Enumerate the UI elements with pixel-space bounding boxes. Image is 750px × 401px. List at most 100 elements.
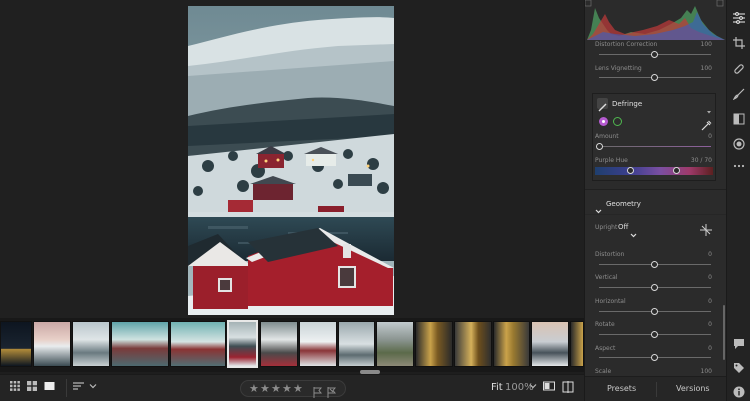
filmstrip-thumbnail-selected[interactable]	[227, 320, 258, 368]
vertical-knob[interactable]	[651, 284, 658, 291]
aspect-knob[interactable]	[651, 354, 658, 361]
star-rating[interactable]: ★ ★ ★ ★ ★	[240, 380, 346, 398]
comment-icon[interactable]	[733, 335, 745, 349]
purple-hue-low-knob[interactable]	[627, 167, 634, 174]
radial-gradient-icon[interactable]	[733, 135, 745, 150]
pick-flag-icon[interactable]	[313, 383, 323, 398]
reject-flag-icon[interactable]	[327, 383, 337, 398]
purple-hue-range[interactable]	[595, 167, 713, 175]
photo-image	[188, 6, 394, 315]
geometry-row-value: 0	[708, 298, 712, 305]
purple-hue-label: Purple Hue	[595, 157, 628, 164]
square-grid-icon[interactable]	[27, 381, 37, 395]
geometry-row-label: Vertical	[595, 274, 618, 281]
filmstrip-thumbnail[interactable]	[299, 321, 337, 367]
panel-footer: Presets Versions	[585, 376, 727, 401]
chevron-down-icon[interactable]	[529, 381, 537, 395]
horizontal-knob[interactable]	[651, 308, 658, 315]
presets-button[interactable]: Presets	[607, 384, 636, 393]
purple-hue-high-knob[interactable]	[673, 167, 680, 174]
geometry-row-value: 0	[708, 251, 712, 258]
rating-star-3[interactable]: ★	[271, 382, 281, 396]
defringe-title: Defringe	[612, 100, 643, 108]
amount-slider[interactable]	[599, 146, 711, 147]
edit-sliders-icon[interactable]	[733, 9, 745, 24]
green-fringe-swatch[interactable]	[613, 117, 622, 126]
lens-vignetting-label: Lens Vignetting	[595, 65, 642, 72]
section-divider	[585, 214, 727, 215]
tool-strip	[726, 0, 750, 401]
rating-star-2[interactable]: ★	[260, 382, 270, 396]
rotate-knob[interactable]	[651, 331, 658, 338]
geometry-row-value: 0	[708, 321, 712, 328]
filmstrip-thumbnail[interactable]	[531, 321, 569, 367]
filmstrip[interactable]	[0, 318, 584, 372]
tag-icon[interactable]	[733, 359, 745, 373]
amount-value: 0	[708, 133, 712, 140]
geometry-row-label: Distortion	[595, 251, 625, 258]
panel-scrollbar[interactable]	[723, 305, 725, 360]
geometry-row-value: 100	[700, 368, 712, 375]
brush-icon[interactable]	[732, 85, 745, 101]
edit-panel: Distortion Correction 100 Lens Vignettin…	[584, 0, 727, 401]
lens-vignetting-knob[interactable]	[651, 74, 658, 81]
geometry-row-label: Horizontal	[595, 298, 626, 305]
sort-icon[interactable]	[73, 381, 84, 395]
distortion-correction-label: Distortion Correction	[595, 41, 658, 48]
image-canvas[interactable]	[0, 0, 584, 318]
distortion-correction-value: 100	[700, 41, 712, 48]
crop-icon[interactable]	[733, 34, 745, 49]
filmstrip-thumbnail[interactable]	[415, 321, 453, 367]
geometry-row-label: Aspect	[595, 345, 616, 352]
grid-view-icon[interactable]	[10, 381, 20, 395]
purple-fringe-swatch[interactable]	[599, 117, 608, 126]
geometry-row-label: Scale	[595, 368, 612, 375]
filmstrip-thumbnail[interactable]	[338, 321, 375, 367]
histogram	[584, 0, 727, 40]
versions-button[interactable]: Versions	[676, 384, 710, 393]
section-divider	[585, 189, 727, 190]
upright-label: Upright	[595, 224, 618, 231]
footer-divider	[656, 382, 657, 397]
filmstrip-thumbnail[interactable]	[111, 321, 169, 367]
defringe-picker-icon[interactable]	[597, 98, 608, 112]
fit-button[interactable]: Fit	[491, 381, 503, 395]
filmstrip-thumbnail[interactable]	[260, 321, 298, 367]
chevron-down-icon[interactable]	[89, 381, 97, 395]
info-icon[interactable]	[733, 383, 745, 398]
compare-icon[interactable]	[562, 381, 574, 395]
filmstrip-thumbnail[interactable]	[170, 321, 226, 367]
filmstrip-thumbnail[interactable]	[454, 321, 492, 367]
filmstrip-thumbnail[interactable]	[493, 321, 530, 367]
geometry-row-label: Rotate	[595, 321, 615, 328]
upright-dropdown[interactable]: Off	[618, 223, 628, 231]
filmstrip-thumbnail[interactable]	[0, 321, 32, 367]
rating-star-1[interactable]: ★	[249, 382, 259, 396]
lens-vignetting-value: 100	[700, 65, 712, 72]
photo-preview[interactable]	[188, 6, 394, 315]
bottom-toolbar: ★ ★ ★ ★ ★ Fit 100%	[0, 374, 584, 401]
geometry-title[interactable]: Geometry	[606, 200, 641, 208]
filmstrip-thumbnail[interactable]	[376, 321, 414, 367]
before-after-icon[interactable]	[543, 381, 555, 395]
filmstrip-thumbnail[interactable]	[570, 321, 584, 367]
amount-label: Amount	[595, 133, 619, 140]
more-icon[interactable]	[733, 157, 745, 169]
healing-icon[interactable]	[733, 60, 745, 74]
guided-upright-icon[interactable]	[700, 221, 712, 240]
amount-knob[interactable]	[596, 143, 603, 150]
chevron-down-icon[interactable]	[630, 224, 637, 243]
chevron-down-icon[interactable]	[595, 200, 602, 219]
distortion-correction-knob[interactable]	[651, 51, 658, 58]
single-view-icon[interactable]	[44, 381, 55, 395]
geometry-row-value: 0	[708, 345, 712, 352]
rating-star-4[interactable]: ★	[282, 382, 292, 396]
geometry-row-value: 0	[708, 274, 712, 281]
distortion-knob[interactable]	[651, 261, 658, 268]
rating-star-5[interactable]: ★	[293, 382, 303, 396]
filmstrip-thumbnail[interactable]	[33, 321, 71, 367]
linear-gradient-icon[interactable]	[733, 110, 745, 125]
purple-hue-value: 30 / 70	[690, 157, 712, 164]
toolbar-divider	[66, 379, 67, 397]
filmstrip-thumbnail[interactable]	[72, 321, 110, 367]
